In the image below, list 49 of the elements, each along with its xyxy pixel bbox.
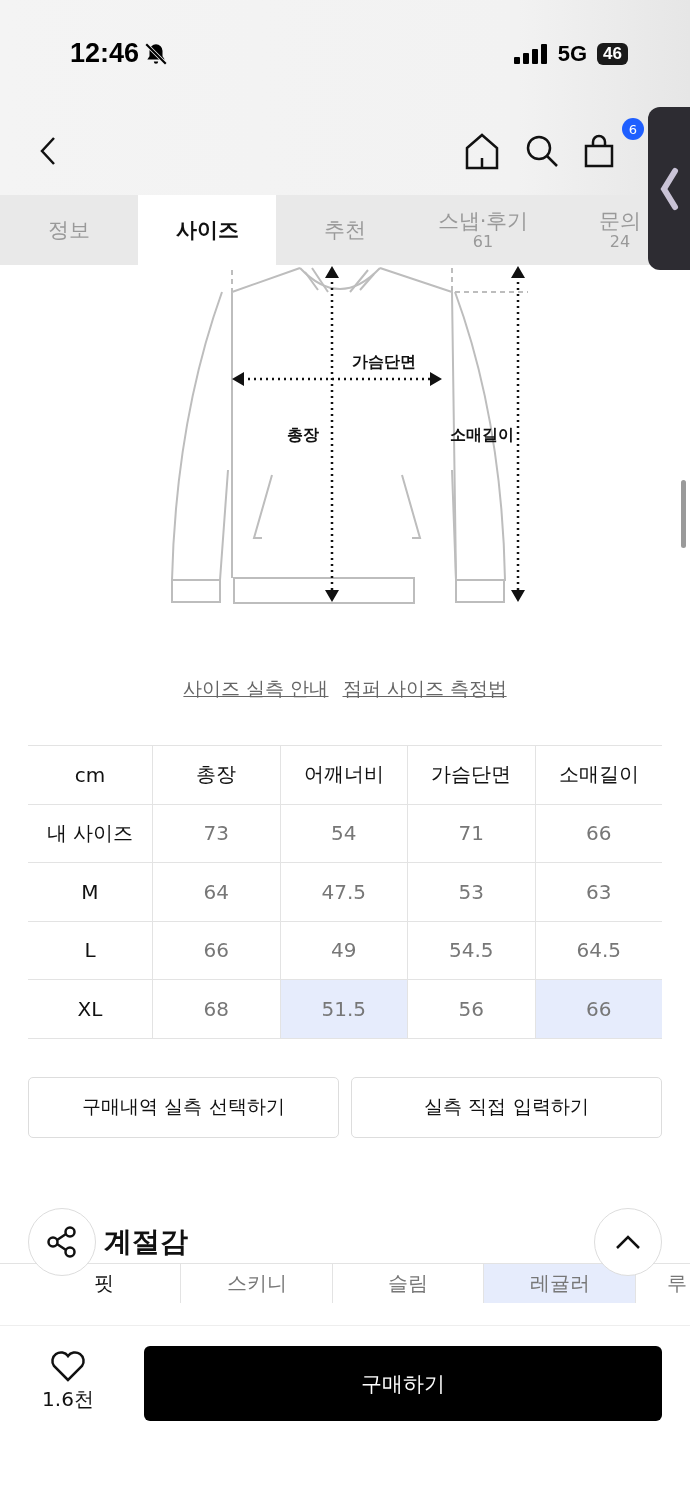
side-drawer-handle[interactable] [648,107,690,270]
home-icon[interactable] [464,132,500,170]
buy-button[interactable]: 구매하기 [144,1346,662,1421]
table-cell: 53 [407,863,535,922]
share-icon [46,1224,78,1259]
fit-option: 레귤러 [483,1263,635,1303]
measure-button[interactable]: 실측 직접 입력하기 [351,1076,662,1138]
column-header: 소매길이 [534,746,662,805]
table-cell: 68 [152,980,280,1039]
scroll-indicator [681,480,686,548]
section-title: 계절감 [104,1223,188,1260]
size-tab[interactable]: 사이즈 [138,195,276,265]
heart-icon[interactable] [50,1350,86,1382]
table-cell: 54 [279,804,407,863]
table-cell: 63 [534,863,662,922]
size-guide-link[interactable]: 사이즈 실측 안내 [183,675,329,702]
battery-level: 46 [597,42,628,65]
table-cell: 47.5 [279,863,407,922]
chevron-up-icon [615,1233,641,1250]
signal-icon [513,43,548,64]
fit-option: 스키니 [180,1263,332,1303]
table-cell: 49 [279,921,407,980]
length-label: 총장 [287,425,319,444]
measure-button[interactable]: 구매내역 실측 선택하기 [28,1076,339,1138]
cart-badge: 6 [622,118,644,140]
time: 12:46 [70,38,140,69]
network-type: 5G [557,40,588,67]
table-cell: 64.5 [534,921,662,980]
column-header: 어깨너비 [279,746,407,805]
fit-label: 핏 [93,1269,115,1297]
table-cell: 71 [407,804,535,863]
size-guide-link[interactable]: 점퍼 사이즈 측정법 [342,675,507,702]
like-count: 1.6천 [42,1386,94,1413]
table-cell: 73 [152,804,280,863]
table-cell: 56 [407,980,535,1039]
column-header: 총장 [152,746,280,805]
column-header: 가슴단면 [407,746,535,805]
table-cell: 54.5 [407,921,535,980]
table-cell: 66 [152,921,280,980]
bag-icon[interactable] [584,134,614,168]
sleeve-label: 소매길이 [450,425,514,444]
table-cell: 64 [152,863,280,922]
chest-label: 가슴단면 [352,352,416,371]
table-cell: 66 [534,804,662,863]
bell-off-icon [143,40,170,67]
table-cell: 66 [534,980,662,1039]
search-icon[interactable] [524,133,560,169]
table-cell: 51.5 [279,980,407,1039]
chevron-left-icon [659,166,679,211]
